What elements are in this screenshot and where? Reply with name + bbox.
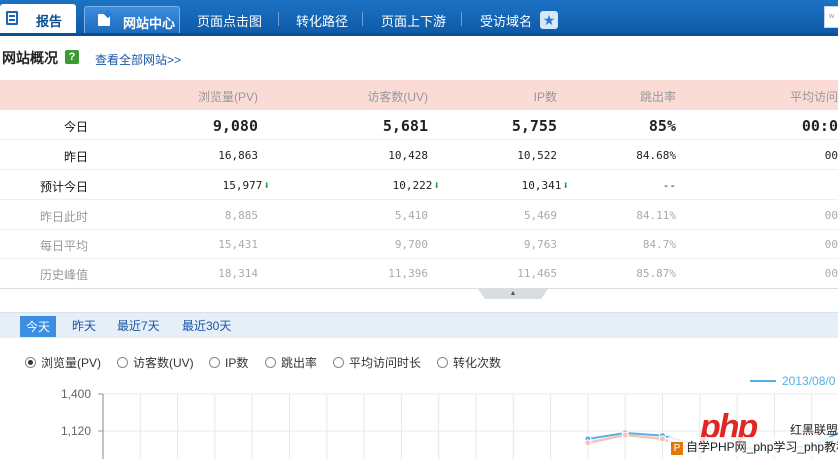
metric-radio-conversions[interactable]: 转化次数 [437,354,501,371]
cell-ip: 9,763 [523,238,557,251]
top-nav: 报告 网站中心 页面点击图 转化路径 页面上下游 受访域名 ★ w [0,0,838,36]
star-icon[interactable]: ★ [540,11,558,29]
row-label: 昨日 [63,150,88,164]
row-label: 历史峰值 [39,268,88,282]
cell-pv: 8,885 [224,209,258,222]
header-bounce-rate: 跳出率 [639,90,676,104]
arrow-down-icon: ⬇ [433,179,440,192]
cell-avg-visit-time: 00 [824,267,838,280]
cell-bounce-rate: 85.87% [636,267,676,280]
row-label: 昨日此时 [39,210,88,224]
nav-report-tab[interactable]: 报告 [0,4,76,33]
nav-separator [278,12,279,26]
cell-uv: 5,681 [382,117,428,135]
website-center-icon [98,14,110,26]
cell-uv: 9,700 [394,238,428,251]
table-row-yesterday-same-time: 昨日此时 8,885 5,410 5,469 84.11% 00 [0,200,838,230]
data-point [621,431,629,439]
nav-bottom-border [0,33,838,36]
radio-dot [265,357,276,368]
header-uv: 访客数(UV) [367,90,428,104]
cell-pv: 15,431 [218,238,258,251]
cell-pv: 16,863 [218,149,258,162]
arrow-down-icon: ⬇ [263,179,270,192]
arrow-down-icon: ⬇ [562,179,569,192]
search-input[interactable]: w [824,6,838,28]
metric-radio-uv[interactable]: 访客数(UV) [117,354,194,371]
cell-avg-visit-time: 00:0 [801,117,838,135]
cell-pv: 18,314 [218,267,258,280]
cell-bounce-rate: 84.11% [636,209,676,222]
cell-uv: 5,410 [394,209,428,222]
cell-avg-visit-time: 00 [824,149,838,162]
nav-website-center-tab[interactable]: 网站中心 [84,6,180,33]
nav-website-center-label: 网站中心 [123,16,176,31]
data-point [584,439,592,447]
radio-dot [209,357,220,368]
collapse-toggle[interactable]: ▲ [478,289,548,299]
radio-dot [437,357,448,368]
metric-radio-pv[interactable]: 浏览量(PV) [25,354,101,371]
cell-ip: 10,341⬇ [521,179,569,192]
cell-uv: 10,428 [388,149,428,162]
nav-separator [461,12,462,26]
cell-bounce-rate: 85% [648,117,676,135]
cell-uv: 11,396 [388,267,428,280]
view-all-sites-link[interactable]: 查看全部网站>> [95,51,181,68]
section-divider [0,288,838,289]
cell-uv: 10,222⬇ [392,179,440,192]
header-avg-visit-time: 平均访问 [789,90,838,104]
row-label: 每日平均 [39,239,88,253]
table-row-daily-average: 每日平均 15,431 9,700 9,763 84.7% 00 [0,229,838,259]
nav-page-updown[interactable]: 页面上下游 [381,11,446,30]
cell-pv: 15,977⬇ [222,179,270,192]
cell-ip: 5,755 [511,117,557,135]
cell-ip: 5,469 [523,209,557,222]
time-range-tabs: 今天 昨天 最近7天 最近30天 [0,312,838,338]
nav-page-click-map[interactable]: 页面点击图 [197,11,262,30]
cell-bounce-rate: 84.7% [642,238,676,251]
metric-radio-avg-visit-time[interactable]: 平均访问时长 [333,354,421,371]
data-point [659,435,666,443]
radio-dot [25,357,36,368]
report-icon [6,11,18,25]
watermark-brand: 红黑联盟 [790,423,838,437]
nav-separator [362,12,363,26]
cell-avg-visit-time: 00 [824,209,838,222]
tab-today[interactable]: 今天 [20,316,57,337]
tab-yesterday[interactable]: 昨天 [72,317,96,334]
row-label: 预计今日 [39,180,88,194]
table-row-yesterday: 昨日 16,863 10,428 10,522 84.68% 00 [0,140,838,170]
metric-radio-ip[interactable]: IP数 [209,354,248,371]
radio-dot [117,357,128,368]
table-row-today: 今日 9,080 5,681 5,755 85% 00:0 [0,110,838,140]
nav-visited-domain[interactable]: 受访域名 [480,11,532,30]
row-label: 今日 [63,120,88,134]
tab-last-30-days[interactable]: 最近30天 [182,317,231,334]
cell-ip: 11,465 [517,267,557,280]
cell-bounce-rate: -- [662,179,676,192]
y-tick-label: 1,400 [61,387,91,401]
nav-conversion-path[interactable]: 转化路径 [296,11,348,30]
table-row-historical-peak: 历史峰值 18,314 11,396 11,465 85.87% 00 [0,258,838,288]
table-row-predicted-today: 预计今日 15,977⬇ 10,222⬇ 10,341⬇ -- [0,170,838,200]
watermark-caption: P 自学PHP网_php学习_php教程 [668,437,838,456]
php-badge-icon: P [671,442,683,455]
cell-bounce-rate: 84.68% [636,149,676,162]
page-title: 网站概况 [2,50,58,66]
y-tick-label: 1,120 [61,424,91,438]
header-pv: 浏览量(PV) [197,90,258,104]
metric-radio-bounce-rate[interactable]: 跳出率 [265,354,317,371]
radio-dot [333,357,344,368]
header-ip: IP数 [533,90,557,104]
help-icon[interactable]: ? [65,50,79,64]
tab-last-7-days[interactable]: 最近7天 [117,317,160,334]
table-header: 浏览量(PV) 访客数(UV) IP数 跳出率 平均访问 [0,80,838,110]
cell-ip: 10,522 [517,149,557,162]
nav-report-label: 报告 [36,14,63,29]
cell-pv: 9,080 [212,117,258,135]
cell-avg-visit-time: 00 [824,238,838,251]
